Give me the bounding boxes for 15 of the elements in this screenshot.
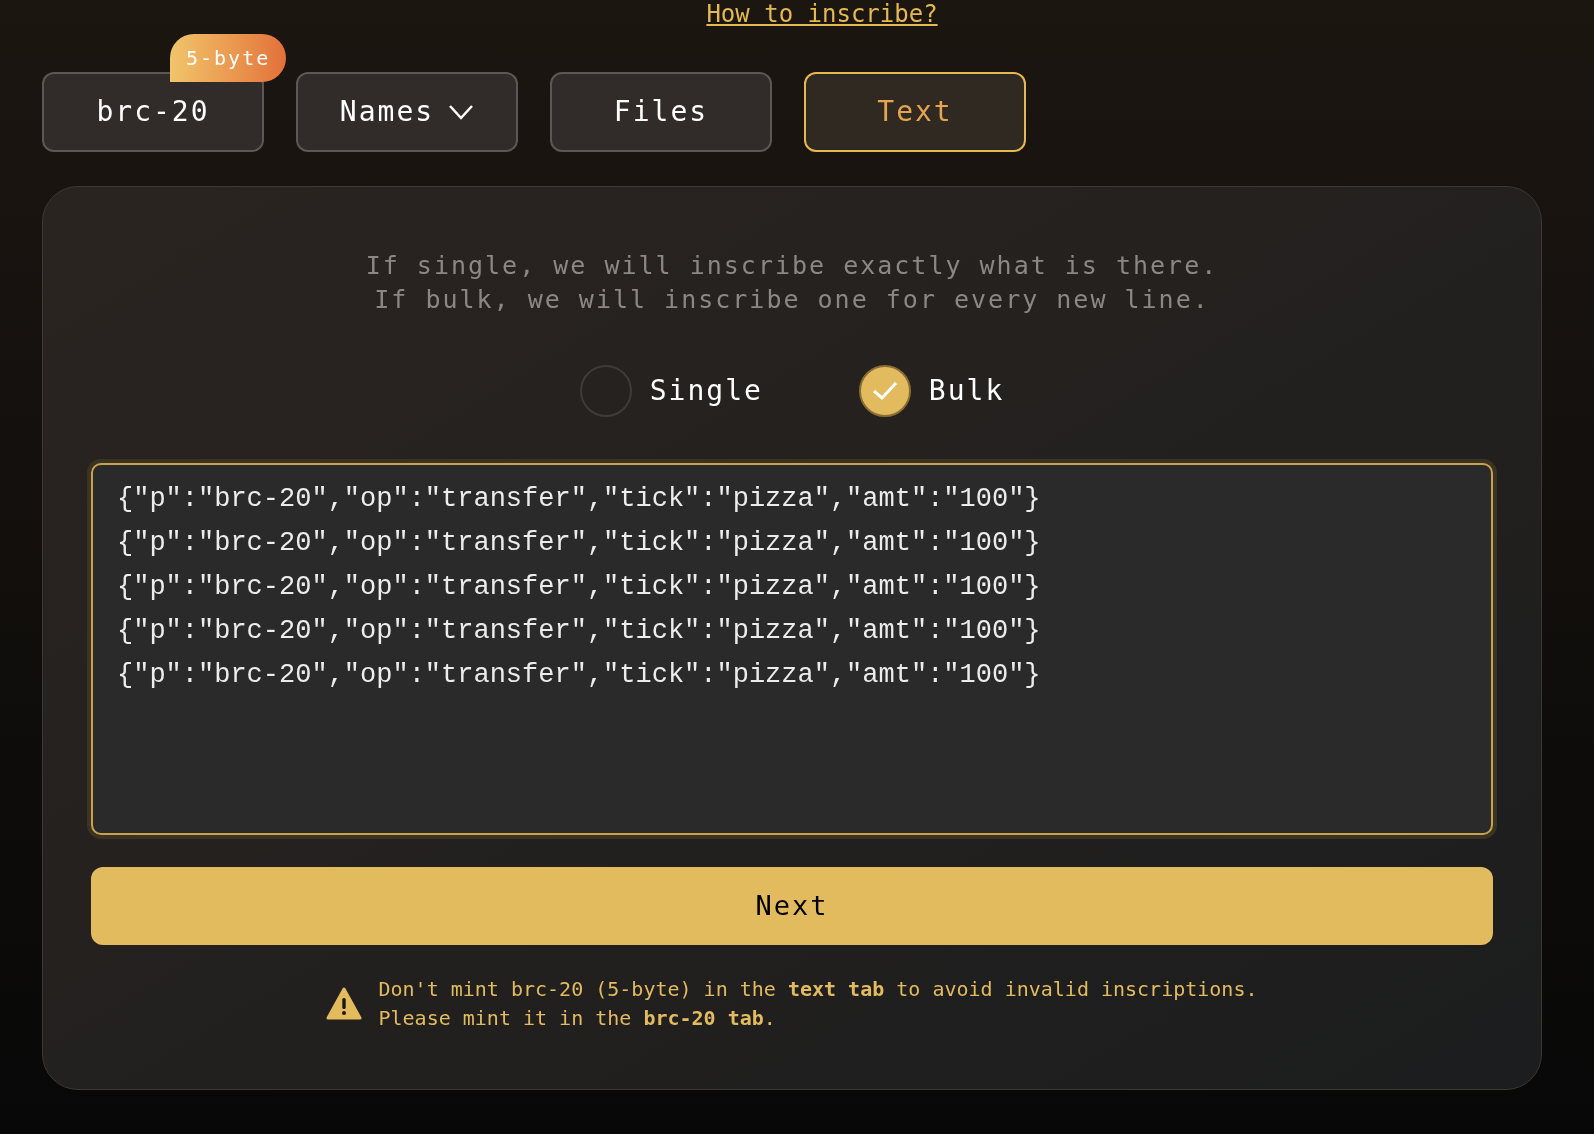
radio-option[interactable]: Single: [579, 365, 763, 417]
description-text: If single, we will inscribe exactly what is there.: [365, 250, 1219, 282]
badge: 5-byte: [170, 34, 287, 82]
tab[interactable]: Files: [550, 72, 772, 152]
warning-text: Don't mint brc-20 (5-byte) in the text tab to avoid invalid inscriptions.: [378, 976, 1258, 1003]
chevron-down-icon: [448, 104, 475, 120]
description-text: If bulk, we will inscribe one for every new line.: [374, 284, 1210, 316]
tab[interactable]: brc-20: [42, 72, 264, 152]
tab[interactable]: Text: [804, 72, 1026, 152]
help-link[interactable]: How to inscribe?: [706, 2, 938, 26]
tab[interactable]: Names: [296, 72, 518, 152]
warning-icon: [326, 987, 363, 1021]
radio-option[interactable]: Bulk: [858, 365, 1005, 417]
warning-text: Please mint it in the brc-20 tab.: [378, 1005, 777, 1032]
next-button[interactable]: Next: [91, 867, 1493, 945]
